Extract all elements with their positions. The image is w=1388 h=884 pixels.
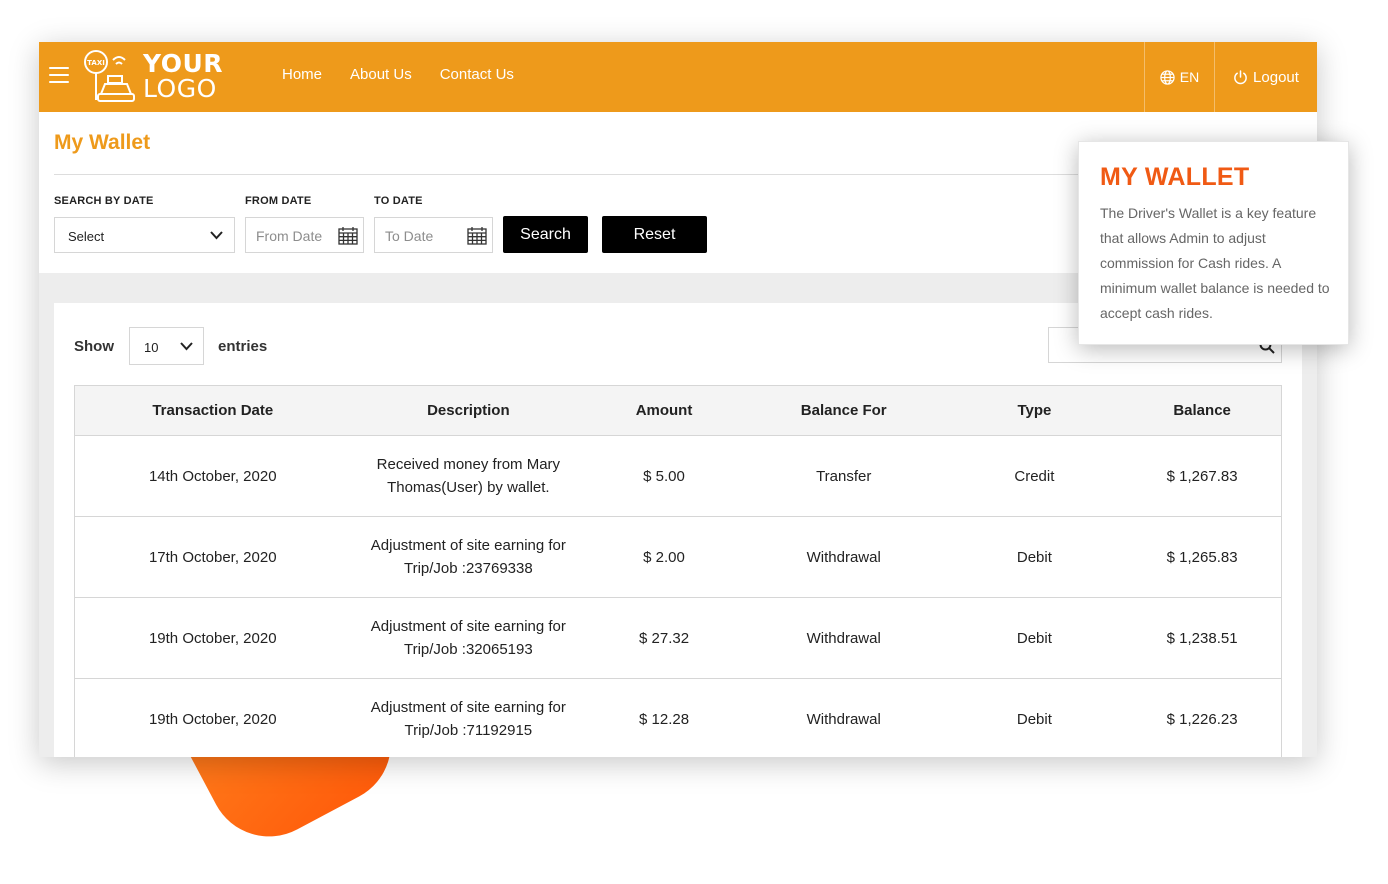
wallet-info-title: MY WALLET [1100, 163, 1250, 191]
logout-label: Logout [1253, 68, 1299, 86]
table-row: 19th October, 2020 Adjustment of site ea… [75, 679, 1281, 757]
table-row: 19th October, 2020 Adjustment of site ea… [75, 598, 1281, 679]
cell-type: Debit [1016, 629, 1052, 647]
column-header-balance[interactable]: Balance [1123, 386, 1281, 435]
power-icon [1234, 69, 1247, 84]
cell-description: Adjustment of site earning for Trip/Job … [370, 537, 566, 577]
cell-balance: $ 1,265.83 [1166, 548, 1238, 566]
cell-balance-for: Withdrawal [806, 629, 881, 647]
column-header-description[interactable]: Description [351, 386, 587, 435]
cell-type: Debit [1016, 548, 1052, 566]
cell-type: Credit [1014, 467, 1055, 485]
cell-amount: $ 12.28 [639, 710, 690, 728]
calendar-icon[interactable] [467, 226, 487, 245]
nav-about-us[interactable]: About Us [350, 66, 412, 83]
cell-description: Adjustment of site earning for Trip/Job … [370, 699, 566, 739]
table-row: 14th October, 2020 Received money from M… [75, 436, 1281, 517]
taxi-logo-icon: TAXI [84, 50, 135, 102]
column-header-type[interactable]: Type [946, 386, 1124, 435]
cell-description: Received money from Mary Thomas(User) by… [376, 456, 561, 496]
chevron-down-icon [180, 342, 193, 351]
cell-amount: $ 27.32 [639, 629, 690, 647]
chevron-down-icon [210, 231, 223, 240]
search-by-date-label: SEARCH BY DATE [54, 195, 154, 207]
globe-icon [1160, 69, 1175, 85]
cell-balance: $ 1,267.83 [1166, 467, 1238, 485]
cell-transaction-date: 19th October, 2020 [148, 710, 277, 728]
to-date-placeholder: To Date [385, 228, 434, 244]
table-row: 17th October, 2020 Adjustment of site ea… [75, 517, 1281, 598]
cell-description: Adjustment of site earning for Trip/Job … [370, 618, 566, 658]
column-header-transaction-date[interactable]: Transaction Date [75, 386, 351, 435]
wallet-info-card: MY WALLET The Driver's Wallet is a key f… [1078, 141, 1349, 345]
from-date-placeholder: From Date [256, 228, 323, 244]
logo-line-2: LOGO [143, 74, 217, 103]
language-label: EN [1179, 69, 1200, 85]
cell-type: Debit [1016, 710, 1052, 728]
entries-label: entries [218, 338, 268, 355]
entries-per-page-value: 10 [144, 340, 159, 355]
entries-per-page-select[interactable]: 10 [129, 327, 204, 365]
logo-line-1: YOUR [143, 49, 224, 78]
hamburger-icon[interactable] [49, 67, 69, 85]
cell-transaction-date: 17th October, 2020 [148, 548, 277, 566]
table-header: Transaction Date Description Amount Bala… [75, 386, 1281, 436]
logo-text: YOUR LOGO [143, 51, 223, 101]
page-title: My Wallet [54, 131, 151, 154]
table-panel: Show 10 entries Transaction Date Descrip… [54, 303, 1302, 757]
column-header-balance-for[interactable]: Balance For [742, 386, 946, 435]
nav-contact-us[interactable]: Contact Us [440, 66, 514, 83]
cell-transaction-date: 14th October, 2020 [148, 467, 277, 485]
transactions-table: Transaction Date Description Amount Bala… [74, 385, 1282, 757]
to-date-field[interactable]: To Date [374, 217, 493, 253]
search-by-date-select[interactable]: Select [54, 217, 235, 253]
cell-balance-for: Withdrawal [806, 710, 881, 728]
wallet-info-body: The Driver's Wallet is a key feature tha… [1100, 205, 1330, 321]
language-switcher[interactable]: EN [1144, 42, 1214, 112]
logout-button[interactable]: Logout [1214, 42, 1317, 112]
header-bar: TAXI YOUR LOGO Home About Us Contact Us [39, 42, 1317, 112]
cell-amount: $ 2.00 [643, 548, 685, 566]
taxi-sign-label: TAXI [87, 59, 105, 67]
cell-balance-for: Transfer [816, 467, 872, 485]
cell-balance: $ 1,238.51 [1166, 629, 1238, 647]
show-label: Show [74, 338, 114, 355]
calendar-icon[interactable] [338, 226, 358, 245]
main-nav: Home About Us Contact Us [282, 66, 514, 83]
from-date-label: FROM DATE [245, 195, 312, 207]
cell-transaction-date: 19th October, 2020 [148, 629, 277, 647]
logo[interactable]: TAXI YOUR LOGO [83, 50, 223, 104]
to-date-label: TO DATE [374, 195, 423, 207]
reset-button[interactable]: Reset [602, 216, 707, 253]
cell-balance: $ 1,226.23 [1166, 710, 1238, 728]
from-date-field[interactable]: From Date [245, 217, 364, 253]
search-by-date-value: Select [68, 229, 105, 244]
search-button[interactable]: Search [503, 216, 588, 253]
column-header-amount[interactable]: Amount [586, 386, 742, 435]
cell-amount: $ 5.00 [643, 467, 685, 485]
cell-balance-for: Withdrawal [806, 548, 881, 566]
nav-home[interactable]: Home [282, 66, 322, 83]
